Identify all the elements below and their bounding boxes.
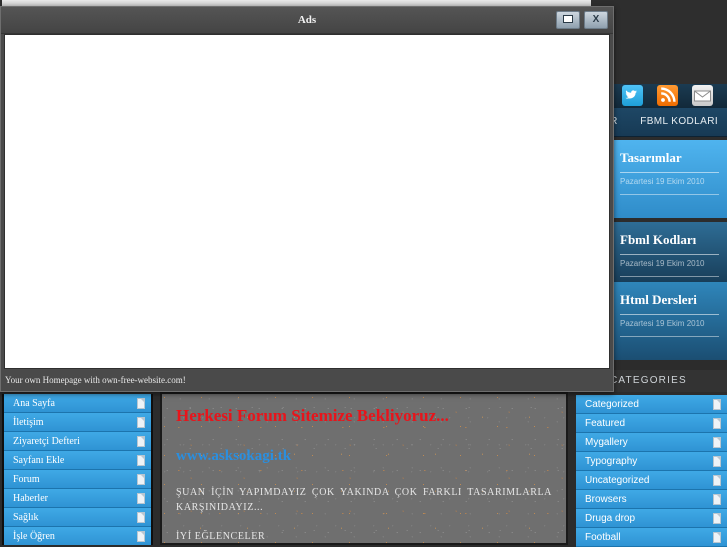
document-icon xyxy=(713,532,721,543)
document-icon xyxy=(137,436,145,447)
document-icon xyxy=(137,455,145,466)
maximize-icon[interactable] xyxy=(556,11,580,29)
body-text-secondary: İYİ EĞLENCELER xyxy=(176,531,552,542)
document-icon xyxy=(713,513,721,524)
body-text: ŞUAN İÇİN YAPIMDAYIZ ÇOK YAKINDA ÇOK FAR… xyxy=(176,485,552,515)
list-item[interactable]: Uncategorized xyxy=(576,471,727,490)
list-item[interactable]: Mygallery xyxy=(576,433,727,452)
document-icon xyxy=(713,437,721,448)
document-icon xyxy=(137,531,145,542)
nav-item-fbml-kodlari[interactable]: FBML KODLARI xyxy=(631,108,727,136)
sidebar-item-ana-sayfa[interactable]: Ana Sayfa xyxy=(4,394,151,413)
categories-list: Categorized Featured Mygallery Typograph… xyxy=(576,395,727,547)
category-label: Druga drop xyxy=(585,513,635,524)
document-icon xyxy=(713,399,721,410)
twitter-icon[interactable] xyxy=(622,85,643,106)
list-item[interactable]: Featured xyxy=(576,414,727,433)
page-title: Herkesi Forum Sitemize Bekliyoruz... xyxy=(176,406,552,426)
list-item[interactable]: Football xyxy=(576,528,727,547)
sidebar-item-sayfani-ekle[interactable]: Sayfanı Ekle xyxy=(4,451,151,470)
divider xyxy=(620,336,719,337)
window-status-bar: Your own Homepage with own-free-website.… xyxy=(1,370,613,391)
document-icon xyxy=(137,417,145,428)
document-icon xyxy=(713,475,721,486)
rss-icon[interactable] xyxy=(657,85,678,106)
divider xyxy=(620,314,719,315)
list-item[interactable]: Druga drop xyxy=(576,509,727,528)
ads-popup-window: Ads X Your own Homepage with own-free-we… xyxy=(0,6,614,392)
category-label: Typography xyxy=(585,456,637,467)
sidebar-item-isle-ogren[interactable]: İşle Öğren xyxy=(4,527,151,545)
sidebar-item-label: Forum xyxy=(13,474,40,485)
category-label: Categorized xyxy=(585,399,639,410)
category-label: Browsers xyxy=(585,494,627,505)
document-icon xyxy=(137,398,145,409)
list-item[interactable]: Typography xyxy=(576,452,727,471)
sidebar-item-forum[interactable]: Forum xyxy=(4,470,151,489)
list-item[interactable]: Categorized xyxy=(576,395,727,414)
list-item[interactable]: Browsers xyxy=(576,490,727,509)
category-label: Uncategorized xyxy=(585,475,649,486)
divider xyxy=(620,276,719,277)
sidebar-item-label: Sağlık xyxy=(13,512,39,523)
divider xyxy=(620,194,719,195)
sidebar-item-saglik[interactable]: Sağlık xyxy=(4,508,151,527)
category-label: Mygallery xyxy=(585,437,628,448)
sidebar-item-label: İşle Öğren xyxy=(13,531,55,542)
divider xyxy=(620,254,719,255)
window-title: Ads xyxy=(1,7,613,33)
sidebar-item-haberler[interactable]: Haberler xyxy=(4,489,151,508)
category-label: Featured xyxy=(585,418,625,429)
sidebar-item-label: Sayfanı Ekle xyxy=(13,455,64,466)
document-icon xyxy=(713,418,721,429)
close-icon[interactable]: X xyxy=(584,11,608,29)
post-title: Tasarımlar xyxy=(620,150,719,166)
sidebar-item-label: Haberler xyxy=(13,493,48,504)
sidebar-item-label: İletişim xyxy=(13,417,44,428)
post-date: Pazartesi 19 Ekim 2010 xyxy=(620,177,719,186)
left-sidebar-menu: Ana Sayfa İletişim Ziyaretçi Defteri Say… xyxy=(2,394,153,545)
post-title: Html Dersleri xyxy=(620,292,719,308)
document-icon xyxy=(137,493,145,504)
sidebar-item-ziyaretci-defteri[interactable]: Ziyaretçi Defteri xyxy=(4,432,151,451)
sidebar-item-iletisim[interactable]: İletişim xyxy=(4,413,151,432)
document-icon xyxy=(137,512,145,523)
window-titlebar[interactable]: Ads X xyxy=(1,7,613,34)
divider xyxy=(620,172,719,173)
site-url-link[interactable]: www.asksokagi.tk xyxy=(176,448,291,465)
document-icon xyxy=(713,456,721,467)
ad-content-area[interactable] xyxy=(4,34,610,369)
post-title: Fbml Kodları xyxy=(620,232,719,248)
maximize-glyph xyxy=(563,15,573,23)
document-icon xyxy=(713,494,721,505)
category-label: Football xyxy=(585,532,621,543)
main-content-panel: Herkesi Forum Sitemize Bekliyoruz... www… xyxy=(160,392,568,545)
mail-icon[interactable] xyxy=(692,85,713,106)
sidebar-item-label: Ana Sayfa xyxy=(13,398,55,409)
sidebar-item-label: Ziyaretçi Defteri xyxy=(13,436,80,447)
document-icon xyxy=(137,474,145,485)
post-card[interactable]: Tasarımlar Pazartesi 19 Ekim 2010 xyxy=(612,140,727,218)
post-date: Pazartesi 19 Ekim 2010 xyxy=(620,259,719,268)
post-date: Pazartesi 19 Ekim 2010 xyxy=(620,319,719,328)
post-card[interactable]: Html Dersleri Pazartesi 19 Ekim 2010 xyxy=(612,282,727,360)
